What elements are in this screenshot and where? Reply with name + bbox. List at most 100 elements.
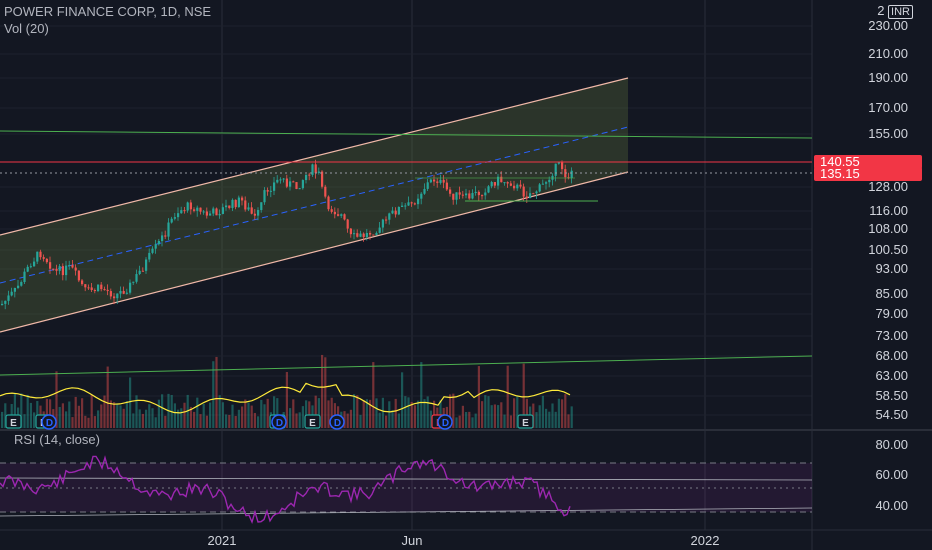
volume-legend[interactable]: Vol (20) — [4, 21, 49, 36]
volume-bar — [356, 395, 359, 428]
candle-body — [167, 222, 170, 237]
candle-body — [164, 235, 167, 237]
candle-body — [426, 182, 429, 189]
volume-bar — [506, 365, 509, 428]
candle-body — [279, 179, 282, 181]
candle-body — [461, 194, 464, 196]
candle-body — [394, 210, 397, 215]
volume-bar — [71, 417, 74, 428]
candle-body — [385, 219, 388, 221]
candle-body — [125, 292, 128, 294]
candle-body — [439, 179, 442, 183]
candle-body — [266, 190, 269, 192]
candle-body — [529, 193, 532, 199]
volume-bar — [93, 416, 96, 428]
candle-body — [452, 193, 455, 200]
candle-body — [231, 199, 234, 208]
volume-bar — [468, 411, 471, 428]
candle-body — [228, 205, 231, 208]
chart-canvas[interactable]: EEDEDEDEDE 230.00210.00190.00170.00155.0… — [0, 0, 932, 550]
volume-bar — [346, 413, 349, 428]
candle-body — [257, 210, 260, 216]
volume-bar — [237, 409, 240, 428]
price-tick-label: 63.00 — [875, 368, 908, 383]
volume-bar — [298, 412, 301, 428]
volume-bar — [58, 406, 61, 428]
candle-body — [84, 284, 87, 288]
candle-body — [65, 265, 68, 276]
volume-bar — [263, 404, 266, 428]
rsi-legend[interactable]: RSI (14, close) — [14, 432, 100, 447]
trendline-volume — [0, 355, 813, 376]
volume-bar — [33, 412, 36, 428]
candle-body — [445, 182, 448, 190]
volume-bar — [503, 414, 506, 428]
volume-bar — [87, 417, 90, 428]
candle-body — [129, 282, 132, 293]
volume-bar — [490, 405, 493, 428]
volume-bar — [388, 401, 391, 428]
candle-body — [292, 181, 295, 183]
candle-body — [442, 179, 445, 183]
volume-bar — [545, 408, 548, 428]
volume-bar — [426, 396, 429, 428]
volume-bar — [154, 417, 157, 428]
candle-body — [247, 207, 250, 210]
candle-body — [289, 181, 292, 187]
candle-body — [151, 248, 154, 253]
candle-body — [157, 241, 160, 245]
candle-body — [484, 192, 487, 196]
candle-body — [177, 213, 180, 218]
candle-body — [109, 291, 112, 297]
candle-body — [13, 287, 16, 292]
candle-body — [276, 179, 279, 183]
currency-label[interactable]: 2 INR — [827, 3, 913, 19]
candle-body — [305, 174, 308, 181]
candle-body — [273, 182, 276, 191]
price-tick-label: 230.00 — [868, 18, 908, 33]
price-tick-label: 93.00 — [875, 261, 908, 276]
price-tick-label: 100.50 — [868, 242, 908, 257]
volume-bar — [385, 415, 388, 428]
candle-body — [375, 232, 378, 235]
candle-body — [113, 296, 116, 299]
volume-bar — [132, 413, 135, 428]
candle-body — [87, 287, 90, 289]
volume-bar — [26, 394, 29, 428]
candle-body — [353, 233, 356, 235]
volume-bar — [500, 402, 503, 428]
price-tick-label: 170.00 — [868, 100, 908, 115]
candle-body — [119, 290, 122, 294]
volume-bar — [465, 411, 468, 428]
price-tick-label: 85.00 — [875, 286, 908, 301]
candle-body — [545, 182, 548, 184]
volume-bar — [68, 401, 71, 428]
volume-bar — [129, 377, 132, 428]
candle-body — [436, 181, 439, 183]
candle-body — [225, 205, 228, 208]
volume-bar — [327, 400, 330, 428]
volume-bar — [474, 413, 477, 428]
volume-bar — [157, 399, 160, 428]
candle-body — [369, 233, 372, 235]
volume-bar — [209, 402, 212, 428]
candle-body — [61, 266, 64, 276]
candle-body — [314, 164, 317, 173]
candle-body — [39, 251, 42, 258]
candle-body — [301, 180, 304, 189]
volume-bar — [100, 404, 103, 428]
candle-body — [173, 217, 176, 219]
chart-stage: EEDEDEDEDE 230.00210.00190.00170.00155.0… — [0, 0, 932, 550]
candle-body — [410, 202, 413, 204]
candle-body — [429, 179, 432, 183]
volume-bar — [257, 416, 260, 428]
volume-bars — [0, 354, 573, 428]
volume-bar — [125, 401, 128, 428]
candle-body — [404, 205, 407, 207]
volume-bar — [362, 400, 365, 428]
volume-bar — [372, 362, 375, 428]
volume-bar — [81, 398, 84, 428]
volume-bar — [381, 397, 384, 428]
volume-bar — [183, 402, 186, 428]
symbol-legend[interactable]: POWER FINANCE CORP, 1D, NSE — [4, 4, 211, 19]
